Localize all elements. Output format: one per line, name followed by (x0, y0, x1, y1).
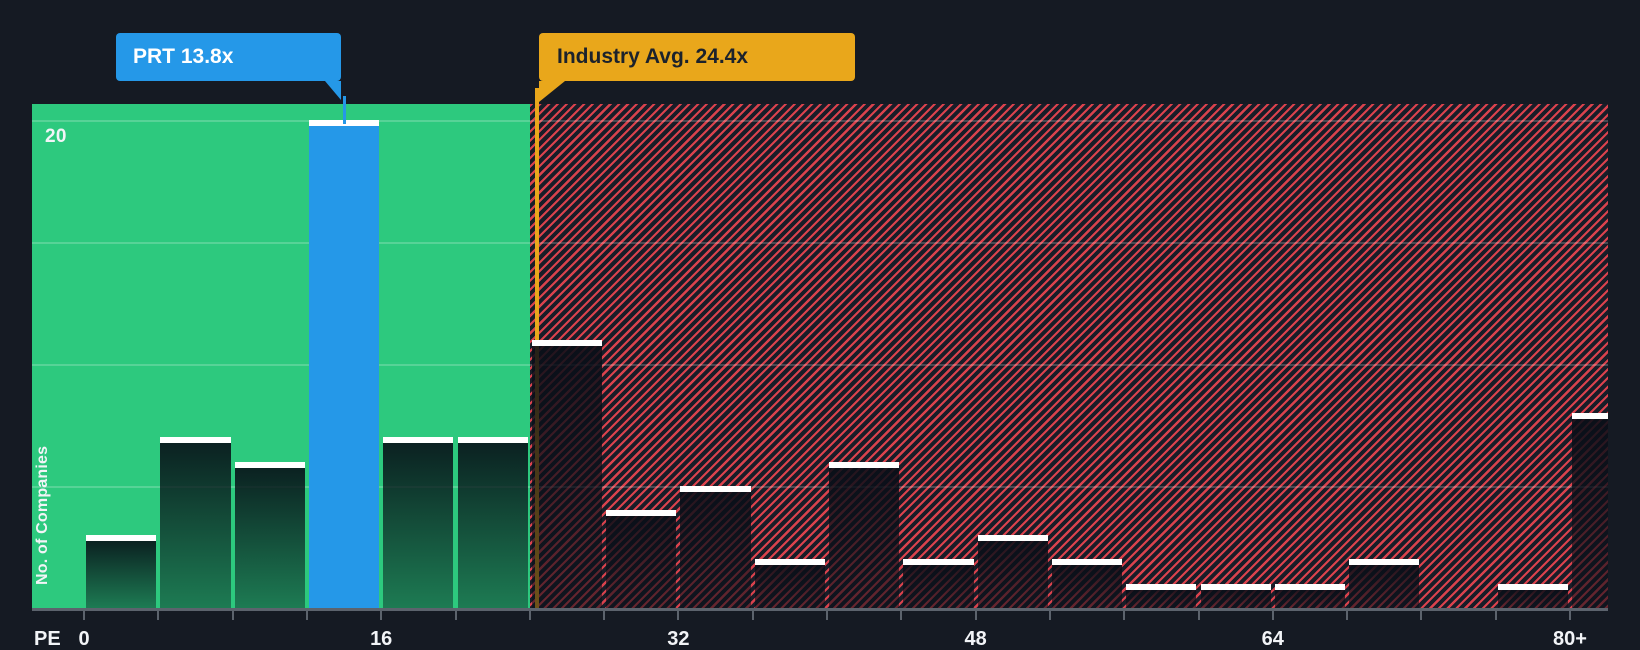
bar-fill (1572, 418, 1608, 608)
company-callout-connector (342, 96, 346, 124)
bar-fill (1126, 589, 1197, 608)
x-axis-tick (900, 611, 903, 620)
bar-fill (1200, 589, 1271, 608)
x-axis-tick (1048, 611, 1051, 620)
bar-fill (531, 345, 603, 608)
bar-fill (1274, 589, 1346, 608)
gridline (32, 120, 1608, 122)
bar-fill (383, 443, 454, 608)
histogram-bar[interactable] (903, 559, 974, 608)
bar-fill (86, 540, 157, 608)
company-callout: PRT 13.8x (116, 33, 341, 100)
x-axis-tick (677, 611, 680, 620)
x-axis-tick (1271, 611, 1274, 620)
bar-fill (1051, 565, 1123, 608)
bar-fill (903, 565, 974, 608)
x-tick-label: 16 (370, 628, 393, 650)
x-tick-label: 32 (667, 628, 690, 650)
histogram-bar[interactable] (1200, 583, 1271, 608)
company-callout-pointer-icon (325, 81, 341, 100)
x-axis-tick (454, 611, 457, 620)
bar-fill (977, 540, 1048, 608)
x-tick-label: 0 (78, 628, 90, 650)
x-axis-tick (751, 611, 754, 620)
x-axis-tick (826, 611, 828, 620)
y-axis-title: No. of Companies (34, 445, 51, 585)
industry-average-callout-label: Industry Avg. 24.4x (557, 45, 749, 68)
x-tick-label: 80+ (1553, 628, 1587, 650)
bar-fill (160, 443, 231, 608)
histogram-bar[interactable] (1572, 412, 1608, 608)
bar-fill (1349, 565, 1420, 608)
x-axis-tick (1346, 611, 1349, 620)
bar-fill (680, 492, 751, 608)
x-axis-tick (305, 611, 308, 620)
histogram-bar[interactable] (1126, 583, 1197, 608)
y-gridline-label: 20 (45, 126, 67, 147)
x-axis-tick (603, 611, 606, 620)
x-axis-tick (83, 611, 85, 620)
gridline (32, 242, 1608, 244)
bar-fill (754, 565, 825, 608)
bar-fill (829, 467, 900, 608)
histogram-bar[interactable] (829, 461, 900, 608)
company-callout-label: PRT 13.8x (133, 45, 234, 68)
histogram-bar[interactable] (977, 534, 1048, 608)
gridline (32, 364, 1608, 366)
x-axis-tick (1569, 611, 1571, 620)
histogram-bar[interactable] (754, 559, 825, 608)
x-tick-label: 64 (1261, 628, 1284, 650)
x-axis-tick (1494, 611, 1497, 620)
histogram-bar[interactable] (680, 486, 751, 608)
x-axis-line (32, 608, 1608, 611)
histogram-bar[interactable] (160, 437, 231, 608)
x-axis-tick (1123, 611, 1126, 620)
bar-fill (606, 516, 677, 608)
industry-average-callout: Industry Avg. 24.4x (539, 33, 855, 102)
x-axis-tick (528, 611, 531, 620)
x-axis-tick (1197, 611, 1200, 620)
bar-fill (1497, 589, 1568, 608)
pe-histogram-chart: 20 No. of Companies PE 0 16 32 48 64 80+ PRT … (0, 0, 1640, 650)
x-axis-tick (157, 611, 160, 620)
x-tick-label: 48 (964, 628, 987, 650)
x-axis-tick (231, 611, 234, 620)
histogram-bar[interactable] (1349, 559, 1420, 608)
histogram-bar[interactable] (234, 461, 305, 608)
industry-average-callout-pointer-icon (539, 81, 565, 102)
x-axis-tick (380, 611, 383, 620)
histogram-bar[interactable] (606, 510, 677, 608)
x-axis-tick (1420, 611, 1423, 620)
histogram-bar[interactable] (1274, 583, 1346, 608)
histogram-bar[interactable] (86, 534, 157, 608)
bar-fill (457, 443, 528, 608)
histogram-bar[interactable] (383, 437, 454, 608)
x-axis-tick (974, 611, 977, 620)
histogram-bar[interactable] (1051, 559, 1123, 608)
histogram-bar[interactable] (457, 437, 528, 608)
histogram-bar[interactable] (1497, 583, 1568, 608)
bar-fill (308, 126, 380, 608)
bar-fill (234, 467, 305, 608)
histogram-bar[interactable] (531, 339, 603, 608)
company-bar[interactable] (308, 120, 380, 608)
plot-area: 20 (32, 88, 1608, 620)
